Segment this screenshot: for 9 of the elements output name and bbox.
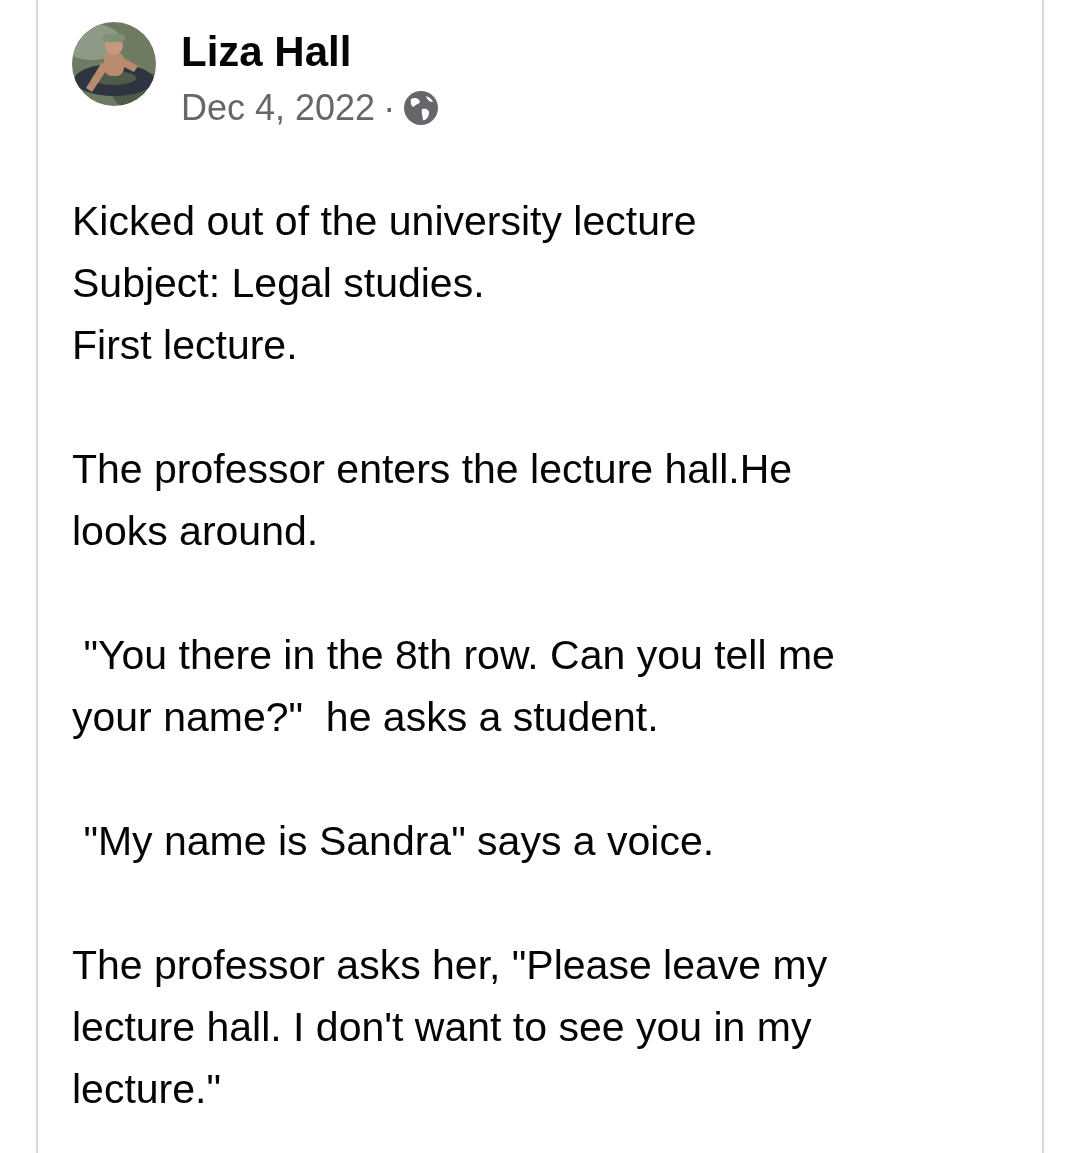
globe-icon[interactable] [403, 90, 440, 126]
post-date[interactable]: Dec 4, 2022 [181, 88, 376, 128]
post-paragraph: "You there in the 8th row. Can you tell me your name?" he asks a student. [72, 631, 836, 742]
post-paragraph: The professor enters the lecture hall.He looks around. [72, 445, 794, 556]
separator: · [383, 88, 396, 128]
author-name[interactable]: Liza Hall [181, 28, 440, 76]
post-paragraph: "My name is Sandra" says a voice. [82, 817, 716, 866]
post-paragraph: Kicked out of the university lecture Subject: Legal studies. First lecture. [72, 197, 698, 370]
post-paragraph: The professor asks her, "Please leave my lecture hall. I don't want to see you in my lecture." [72, 941, 829, 1114]
